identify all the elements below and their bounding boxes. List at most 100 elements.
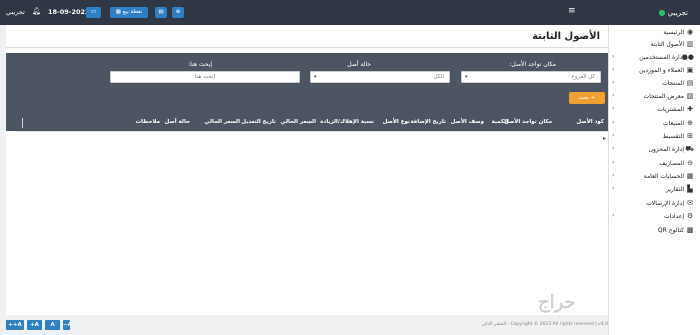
sidebar-item-label: التقسيط (662, 133, 684, 140)
sidebar-item-label: إعدادات (663, 213, 684, 220)
brand-name[interactable]: ● تجريبي (659, 8, 688, 17)
keyboard-icon: ▭ (90, 9, 97, 15)
sidebar-item[interactable]: ▙ التقارير ‹ (608, 184, 700, 196)
dashboard-icon: ◉ (686, 28, 694, 36)
sidebar-item[interactable]: ⚙ إعدادات ‹ (608, 211, 700, 223)
select-all-column[interactable] (22, 118, 23, 128)
pos-icon: ▦ (115, 9, 121, 15)
sidebar-item-label: كتالوج QR (657, 227, 684, 234)
status-filter-label: حالة أصل (347, 61, 371, 68)
settings-icon: ⚙ (686, 212, 694, 220)
search-label: إبحث هنا: (188, 61, 212, 68)
add-button[interactable]: ⊕ (172, 7, 184, 18)
chevron-left-icon: ‹ (612, 66, 615, 73)
column-header[interactable]: مكان تواجد الأصل (504, 119, 552, 125)
location-filter-select[interactable]: كل الفروع ▾ (461, 71, 601, 83)
chevron-left-icon: ‹ (612, 132, 615, 139)
top-navbar: ● تجريبي ≡ تجريبي 🔔︎ 18-09-2023 ▭ ▦ نقطة… (0, 0, 700, 25)
notification-bell-icon[interactable]: 🔔︎ (32, 7, 41, 15)
sidebar-item[interactable]: ⊕ المبيعات ‹ (608, 118, 700, 130)
sidebar-item[interactable]: ✉ إدارة الإرسالات (608, 198, 700, 210)
chevron-down-icon: ▾ (314, 74, 317, 80)
watermark-logo: حراج (538, 292, 576, 313)
chevron-left-icon: ‹ (612, 159, 615, 166)
zoom-out-button[interactable]: −A (63, 320, 72, 330)
plus-circle-icon: ⊕ (175, 9, 181, 15)
sidebar-item[interactable]: ⊞ التقسيط ‹ (608, 131, 700, 143)
sidebar-item[interactable]: ◉ الرئيسية (608, 27, 700, 39)
calculator-icon-button[interactable]: ▤ (155, 7, 167, 18)
sidebar: ◉ الرئيسية ▥ الأصول الثابتة ●● إدارة المستخدم… (608, 25, 700, 335)
sidebar-item[interactable]: ✚ المشتريات ‹ (608, 104, 700, 116)
scroll-right-arrow-icon[interactable]: ▸ (603, 135, 606, 142)
chevron-left-icon: ‹ (612, 79, 615, 86)
chevron-left-icon: ‹ (612, 172, 615, 179)
sidebar-item[interactable]: ▤ المنتجات ‹ (608, 78, 700, 90)
sidebar-item[interactable]: ●● إدارة المستخدمين ‹ (608, 52, 700, 64)
sidebar-item[interactable]: ⛟ إدارة المخزون ‹ (608, 144, 700, 156)
products-icon: ▤ (686, 79, 694, 87)
messages-icon: ✉ (687, 199, 693, 207)
chevron-left-icon: ‹ (612, 145, 615, 152)
column-header[interactable]: الكمية (492, 119, 508, 125)
location-filter-label: مكان تواجد الأصل: (509, 61, 556, 68)
sidebar-item[interactable]: ▥ الأصول الثابتة (608, 39, 700, 51)
sidebar-item-label: الحسابات العامة (643, 173, 684, 180)
title-divider (6, 47, 608, 48)
column-header[interactable]: السعر الحالي (204, 119, 240, 125)
accounts-icon: ▦ (686, 172, 694, 180)
installments-icon: ⊞ (687, 132, 693, 140)
table-header: كود الأصل مكان تواجد الأصل الكمية وصف الأصل… (16, 115, 608, 131)
sidebar-item[interactable]: ▦ الحسابات العامة ‹ (608, 171, 700, 183)
column-header[interactable]: نوع الأصل (383, 119, 410, 125)
copyright-text: المتجر الذكي - Copyright © 2023 All righ… (481, 322, 608, 327)
sidebar-item[interactable]: ▣ العملاء و الموردين ‹ (608, 65, 700, 77)
search-input[interactable] (110, 71, 300, 83)
column-header[interactable]: تاريخ التعديل (241, 119, 276, 125)
sidebar-item-label: الرئيسية (663, 29, 684, 36)
sidebar-item-label: المنتجات (662, 80, 684, 87)
sidebar-item[interactable]: ⊖ المصاريف ‹ (608, 158, 700, 170)
chevron-left-icon: ‹ (612, 53, 615, 60)
search-button[interactable]: + بحث (569, 92, 605, 104)
status-filter-select[interactable]: الكل ▾ (310, 71, 450, 83)
pos-button[interactable]: ▦ نقطة بيع (110, 7, 148, 18)
inventory-icon: ⛟ (685, 145, 694, 153)
chevron-down-icon: ▾ (465, 74, 468, 80)
users-icon: ●● (681, 53, 694, 61)
column-header[interactable]: السعر الحالي (280, 119, 316, 125)
sidebar-item-label: معرض المنتجات (643, 93, 684, 100)
chevron-left-icon: ‹ (612, 185, 615, 192)
zoom-in-button[interactable]: +A (27, 320, 42, 330)
online-dot-icon: ● (658, 8, 666, 17)
column-header[interactable]: تاريخ الإضافة (410, 119, 446, 125)
column-header[interactable]: ملاحظات (136, 119, 161, 125)
sidebar-item-label: المبيعات (663, 120, 684, 127)
purchases-icon: ✚ (687, 105, 693, 113)
gallery-icon: ▨ (686, 92, 694, 100)
user-menu[interactable]: تجريبي (6, 8, 25, 16)
sidebar-item-label: إدارة المخزون (648, 146, 684, 153)
calculator-icon: ▤ (158, 9, 164, 15)
sidebar-item[interactable]: ▨ معرض المنتجات ‹ (608, 91, 700, 103)
sidebar-item-label: المشتريات (657, 106, 684, 113)
column-header[interactable]: حالة أصل (165, 119, 190, 125)
zoom-in-large-button[interactable]: ++A (6, 320, 24, 330)
qr-icon: ▩ (686, 226, 694, 234)
column-header[interactable]: كود الأصل (576, 119, 604, 125)
column-header[interactable]: نسبة الإهلاك/الزيادة (320, 119, 374, 125)
sales-icon: ⊕ (687, 119, 693, 127)
zoom-reset-button[interactable]: A (45, 320, 60, 330)
main-content: الأصول الثابتة مكان تواجد الأصل: كل الفر… (6, 25, 608, 315)
sidebar-item-label: المصاريف (659, 160, 684, 167)
calculator-button[interactable]: ▭ (86, 7, 101, 18)
scroll-left-arrow-icon[interactable]: ◂ (7, 121, 10, 128)
chevron-left-icon: ‹ (612, 212, 615, 219)
sidebar-item-label: إدارة المستخدمين (639, 54, 684, 61)
expenses-icon: ⊖ (687, 159, 693, 167)
sidebar-item-label: الأصول الثابتة (650, 41, 684, 48)
sidebar-item[interactable]: ▩ كتالوج QR (608, 225, 700, 237)
chevron-left-icon: ‹ (612, 119, 615, 126)
column-header[interactable]: وصف الأصل (451, 119, 484, 125)
hamburger-menu-icon[interactable]: ≡ (568, 6, 576, 16)
